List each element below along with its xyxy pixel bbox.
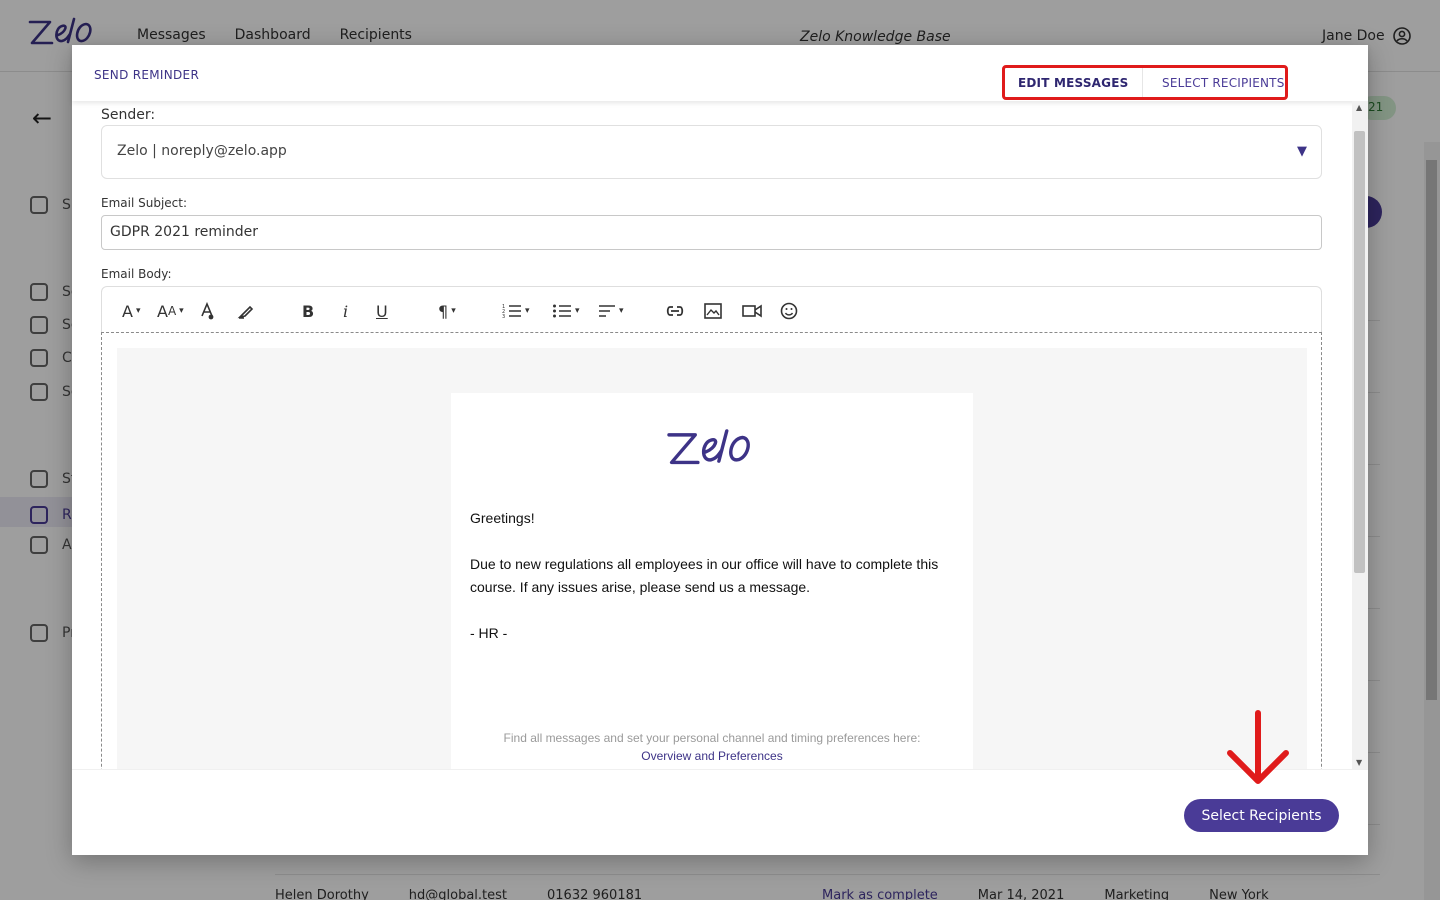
bold-icon[interactable]: B — [302, 301, 314, 321]
svg-text:3: 3 — [502, 314, 505, 319]
sender-label: Sender: — [101, 107, 156, 123]
highlight-icon[interactable] — [237, 301, 255, 321]
scroll-up-icon[interactable]: ▲ — [1356, 103, 1362, 112]
dialog-header: SEND REMINDER EDIT MESSAGES SELECT RECIP… — [72, 45, 1368, 101]
tab-select-recipients[interactable]: SELECT RECIPIENTS — [1143, 68, 1285, 97]
body-label: Email Body: — [101, 267, 172, 281]
select-recipients-button[interactable]: Select Recipients — [1184, 799, 1339, 832]
image-icon[interactable] — [704, 301, 722, 321]
annotation-arrow-icon — [1222, 709, 1294, 793]
email-signoff: - HR - — [470, 625, 508, 641]
email-preview: Greetings! Due to new regulations all em… — [451, 393, 973, 769]
dialog-scrollbar-thumb[interactable] — [1354, 131, 1365, 573]
subject-input[interactable]: GDPR 2021 reminder — [101, 215, 1322, 250]
send-reminder-dialog: SEND REMINDER EDIT MESSAGES SELECT RECIP… — [72, 45, 1368, 855]
zelo-logo — [665, 427, 757, 474]
email-greeting: Greetings! — [470, 510, 535, 526]
text-color-icon[interactable] — [200, 301, 216, 321]
unordered-list-icon[interactable]: ▾ — [552, 301, 580, 321]
subject-label: Email Subject: — [101, 196, 188, 210]
italic-icon[interactable]: i — [343, 301, 348, 321]
align-icon[interactable]: ▾ — [598, 301, 624, 321]
dialog-footer: Select Recipients — [72, 769, 1368, 855]
step-tabs: EDIT MESSAGES SELECT RECIPIENTS — [1002, 65, 1288, 100]
video-icon[interactable] — [742, 301, 762, 321]
dialog-scrollbar[interactable]: ▲ ▼ — [1352, 101, 1368, 769]
editor-toolbar: A ▾ A A ▾ B i U ¶ ▾ 1 2 3 ▾ ▾ ▾ — [101, 286, 1322, 334]
email-canvas: Greetings! Due to new regulations all em… — [117, 348, 1307, 769]
underline-icon[interactable]: U — [376, 301, 388, 321]
dialog-body: Sender: Zelo | noreply@zelo.app ▼ Email … — [72, 101, 1368, 769]
font-size-icon[interactable]: A A ▾ — [157, 301, 184, 321]
preferences-link[interactable]: Overview and Preferences — [451, 749, 973, 763]
emoji-icon[interactable] — [780, 301, 798, 321]
font-color-icon[interactable]: A ▾ — [122, 301, 140, 321]
sender-select[interactable]: Zelo | noreply@zelo.app ▼ — [101, 125, 1322, 179]
ordered-list-icon[interactable]: 1 2 3 ▾ — [502, 301, 530, 321]
dialog-title: SEND REMINDER — [94, 68, 200, 82]
email-paragraph: Due to new regulations all employees in … — [470, 556, 939, 595]
caret-down-icon: ▼ — [1297, 144, 1307, 159]
email-footer-text: Find all messages and set your personal … — [503, 731, 921, 745]
sender-value: Zelo | noreply@zelo.app — [117, 143, 287, 159]
link-icon[interactable] — [665, 301, 685, 321]
tab-edit-messages[interactable]: EDIT MESSAGES — [1005, 68, 1143, 97]
scroll-down-icon[interactable]: ▼ — [1356, 758, 1362, 767]
email-body-editor[interactable]: Greetings! Due to new regulations all em… — [101, 332, 1322, 769]
paragraph-icon[interactable]: ¶ ▾ — [438, 301, 456, 321]
